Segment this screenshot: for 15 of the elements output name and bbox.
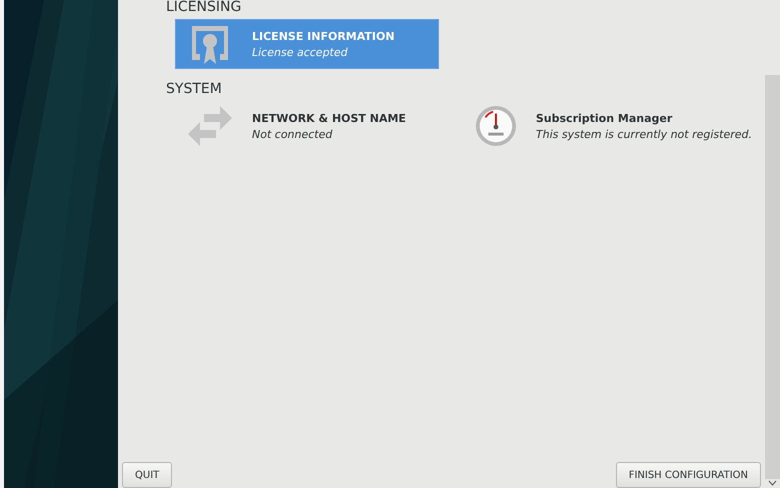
settings-item[interactable]: Subscription Manager This system is currently not registered. <box>463 101 763 151</box>
section-heading: LICENSING <box>166 0 242 15</box>
item-title: Subscription Manager <box>536 112 674 124</box>
item-title: LICENSE INFORMATION <box>252 30 395 42</box>
item-status: This system is currently not registered. <box>536 128 752 140</box>
finish-button[interactable]: FINISH CONFIGURATION <box>616 462 761 488</box>
gauge-icon <box>474 103 518 149</box>
settings-item[interactable]: NETWORK & HOST NAME Not connected <box>175 101 439 151</box>
item-title: NETWORK & HOST NAME <box>252 112 406 124</box>
section-heading: SYSTEM <box>166 81 223 97</box>
quit-button[interactable]: QUIT <box>122 462 172 488</box>
arrows-icon <box>186 104 234 148</box>
item-status: Not connected <box>252 128 334 140</box>
scrollbar-thumb[interactable] <box>765 75 780 479</box>
item-status: License accepted <box>252 46 349 58</box>
